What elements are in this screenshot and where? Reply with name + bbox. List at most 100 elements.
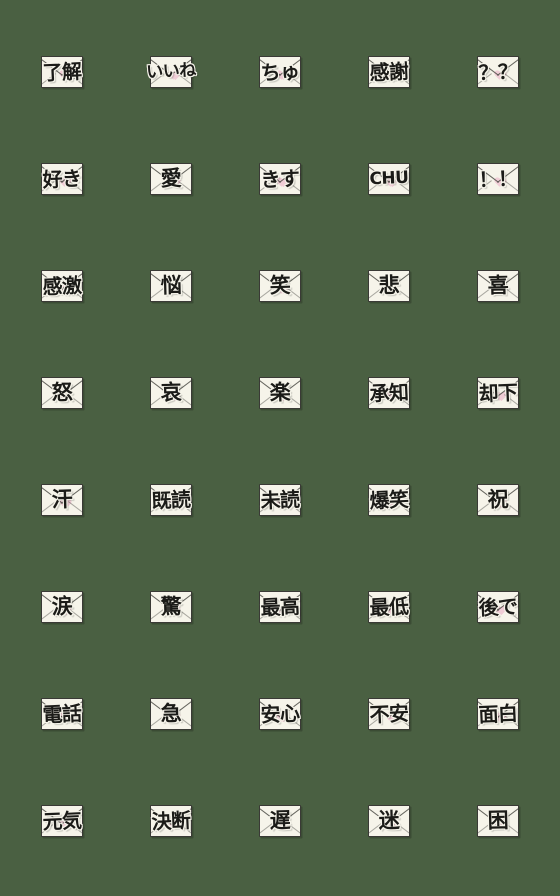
envelope-icon xyxy=(41,269,84,302)
envelope-icon xyxy=(258,590,301,623)
sticker-komaru[interactable]: 困 xyxy=(443,767,552,874)
sticker-hi[interactable]: 悲 xyxy=(334,232,443,339)
envelope-flap-lines xyxy=(151,805,192,836)
envelope-icon xyxy=(150,804,193,837)
sticker-fuan[interactable]: 不安 xyxy=(334,660,443,767)
envelope-icon xyxy=(367,590,410,623)
envelope-flap-lines xyxy=(151,591,192,622)
envelope-flap-lines xyxy=(477,270,518,301)
envelope-icon xyxy=(476,55,519,88)
envelope-icon xyxy=(476,376,519,409)
sticker-!![interactable]: ！！ xyxy=(443,125,552,232)
envelope-flap-lines xyxy=(42,591,83,622)
sticker-kansha[interactable]: 感謝 xyxy=(334,18,443,125)
sticker-genki[interactable]: 元気 xyxy=(8,767,117,874)
envelope-icon xyxy=(476,483,519,516)
envelope-flap-lines xyxy=(259,805,300,836)
sticker-namida[interactable]: 涙 xyxy=(8,553,117,660)
envelope-flap-lines xyxy=(477,377,518,408)
sticker-ikari[interactable]: 怒 xyxy=(8,339,117,446)
sticker-raku[interactable]: 楽 xyxy=(226,339,335,446)
envelope-flap-lines xyxy=(368,377,409,408)
envelope-icon xyxy=(367,376,410,409)
envelope-icon xyxy=(150,162,193,195)
envelope-icon xyxy=(41,590,84,623)
sticker-mayoi[interactable]: 迷 xyxy=(334,767,443,874)
envelope-icon xyxy=(150,376,193,409)
envelope-icon xyxy=(367,269,410,302)
envelope-icon xyxy=(258,697,301,730)
envelope-flap-lines xyxy=(368,56,409,87)
envelope-icon xyxy=(367,804,410,837)
sticker-shouchi[interactable]: 承知 xyxy=(334,339,443,446)
envelope-flap-lines xyxy=(42,805,83,836)
envelope-icon xyxy=(367,697,410,730)
envelope-flap-lines xyxy=(259,270,300,301)
envelope-icon xyxy=(367,55,410,88)
envelope-icon xyxy=(150,483,193,516)
envelope-flap-lines xyxy=(42,377,83,408)
envelope-flap-lines xyxy=(477,484,518,515)
envelope-flap-lines xyxy=(259,484,300,515)
envelope-icon xyxy=(41,55,84,88)
sticker-odoroki[interactable]: 驚 xyxy=(117,553,226,660)
envelope-icon xyxy=(367,483,410,516)
sticker-warai[interactable]: 笑 xyxy=(226,232,335,339)
sticker-kyakka[interactable]: 却下 xyxy=(443,339,552,446)
sticker-kangeki[interactable]: 感激 xyxy=(8,232,117,339)
envelope-flap-lines xyxy=(368,484,409,515)
envelope-flap-lines xyxy=(477,591,518,622)
sticker-omoshiro[interactable]: 面白 xyxy=(443,660,552,767)
envelope-icon xyxy=(150,269,193,302)
sticker-saitei[interactable]: 最低 xyxy=(334,553,443,660)
sticker-bakushou[interactable]: 爆笑 xyxy=(334,446,443,553)
envelope-icon xyxy=(41,483,84,516)
sticker-ai[interactable]: 愛 xyxy=(117,125,226,232)
sticker-ai[interactable]: 哀 xyxy=(117,339,226,446)
envelope-icon xyxy=(258,376,301,409)
envelope-flap-lines xyxy=(259,591,300,622)
sticker-iine[interactable]: いいね xyxy=(117,18,226,125)
sticker-suki[interactable]: 好き xyxy=(8,125,117,232)
sticker-midoku[interactable]: 未読 xyxy=(226,446,335,553)
sticker-??[interactable]: ？？ xyxy=(443,18,552,125)
sticker-chu[interactable]: ちゅ xyxy=(226,18,335,125)
envelope-icon xyxy=(150,697,193,730)
sticker-shuku[interactable]: 祝 xyxy=(443,446,552,553)
sticker-saikou[interactable]: 最高 xyxy=(226,553,335,660)
sticker-chu[interactable]: CHU xyxy=(334,125,443,232)
envelope-flap-lines xyxy=(151,377,192,408)
sticker-nayami[interactable]: 悩 xyxy=(117,232,226,339)
envelope-flap-lines xyxy=(368,163,409,194)
sticker-ketsudan[interactable]: 決断 xyxy=(117,767,226,874)
envelope-flap-lines xyxy=(477,163,518,194)
envelope-flap-lines xyxy=(259,377,300,408)
envelope-flap-lines xyxy=(368,270,409,301)
envelope-flap-lines xyxy=(259,56,300,87)
envelope-flap-lines xyxy=(368,698,409,729)
envelope-flap-lines xyxy=(477,56,518,87)
envelope-icon xyxy=(41,804,84,837)
envelope-icon xyxy=(41,376,84,409)
envelope-flap-lines xyxy=(368,805,409,836)
envelope-flap-lines xyxy=(42,56,83,87)
sticker-osoi[interactable]: 遅 xyxy=(226,767,335,874)
envelope-flap-lines xyxy=(42,163,83,194)
envelope-flap-lines xyxy=(259,698,300,729)
sticker-anshin[interactable]: 安心 xyxy=(226,660,335,767)
sticker-kyuu[interactable]: 急 xyxy=(117,660,226,767)
envelope-icon xyxy=(476,804,519,837)
sticker-kidoku[interactable]: 既読 xyxy=(117,446,226,553)
envelope-icon xyxy=(367,162,410,195)
sticker-atode[interactable]: 後で xyxy=(443,553,552,660)
sticker-denwa[interactable]: 電話 xyxy=(8,660,117,767)
envelope-icon xyxy=(476,269,519,302)
envelope-flap-lines xyxy=(477,698,518,729)
envelope-icon xyxy=(258,804,301,837)
sticker-ki[interactable]: 喜 xyxy=(443,232,552,339)
envelope-icon xyxy=(476,697,519,730)
sticker-ase[interactable]: 汗 xyxy=(8,446,117,553)
sticker-kisu[interactable]: きす xyxy=(226,125,335,232)
sticker-ryoukai[interactable]: 了解 xyxy=(8,18,117,125)
envelope-flap-lines xyxy=(151,698,192,729)
